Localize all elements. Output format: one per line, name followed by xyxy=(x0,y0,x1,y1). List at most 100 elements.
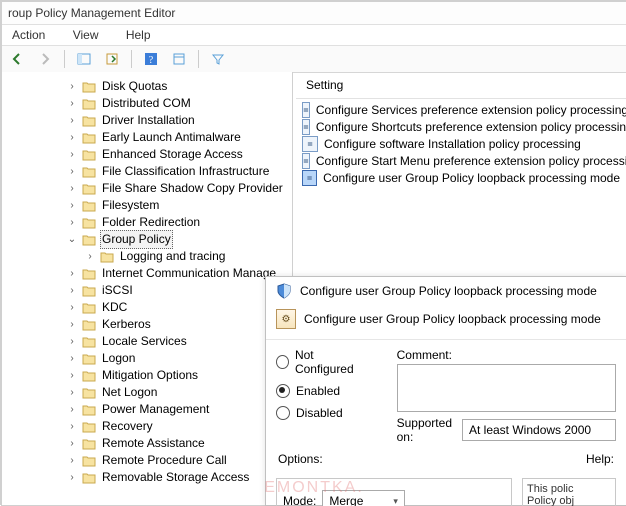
tree-item[interactable]: ›Kerberos xyxy=(22,316,292,333)
radio-enabled[interactable]: Enabled xyxy=(276,384,369,398)
tree-item-label: Locale Services xyxy=(100,333,189,350)
tree-item[interactable]: ›Early Launch Antimalware xyxy=(22,129,292,146)
menu-view[interactable]: View xyxy=(73,28,99,42)
tree-item[interactable]: ⌄ Group Policy xyxy=(22,231,292,248)
folder-icon xyxy=(82,319,96,331)
tree-item[interactable]: ›Internet Communication Manage xyxy=(22,265,292,282)
tree-item-label: Early Launch Antimalware xyxy=(100,129,243,146)
tree-item-label: Remote Procedure Call xyxy=(100,452,229,469)
back-button[interactable] xyxy=(6,48,28,70)
policy-dialog: Configure user Group Policy loopback pro… xyxy=(265,276,626,506)
tree-item[interactable]: ›Locale Services xyxy=(22,333,292,350)
tree-item-label: KDC xyxy=(100,299,129,316)
policy-icon: ⚙ xyxy=(276,309,296,329)
tree-item-label: Recovery xyxy=(100,418,155,435)
options-panel: Mode: Merge ▾ xyxy=(276,478,512,506)
folder-icon xyxy=(82,404,96,416)
setting-item[interactable]: ≣Configure Services preference extension… xyxy=(302,101,620,118)
tree-item[interactable]: ›KDC xyxy=(22,299,292,316)
expander-placeholder: › xyxy=(66,384,78,401)
tree-item-label: Removable Storage Access xyxy=(100,469,251,486)
radio-not-configured[interactable]: Not Configured xyxy=(276,348,369,376)
help-panel: This polic Policy obj computer xyxy=(522,478,616,506)
tree-item[interactable]: ›Logon xyxy=(22,350,292,367)
tree-item[interactable]: ›Folder Redirection xyxy=(22,214,292,231)
setting-item[interactable]: ≣Configure Shortcuts preference extensio… xyxy=(302,118,620,135)
export-list-button[interactable] xyxy=(101,48,123,70)
expander-placeholder: › xyxy=(66,265,78,282)
tree-item[interactable]: ›File Share Shadow Copy Provider xyxy=(22,180,292,197)
tree-item[interactable]: ›Net Logon xyxy=(22,384,292,401)
tree-item[interactable]: ›Enhanced Storage Access xyxy=(22,146,292,163)
tree-item[interactable]: ›Removable Storage Access xyxy=(22,469,292,486)
tree-item[interactable]: ›File Classification Infrastructure xyxy=(22,163,292,180)
tree-item[interactable]: › Driver Installation xyxy=(22,112,292,129)
tree-item-label: Disk Quotas xyxy=(100,78,169,95)
settings-column-header[interactable]: Setting xyxy=(296,72,626,99)
tree-item-label: Distributed COM xyxy=(100,95,193,112)
folder-icon xyxy=(82,336,96,348)
forward-button[interactable] xyxy=(34,48,56,70)
svg-text:?: ? xyxy=(149,55,154,66)
tree-item-label: Folder Redirection xyxy=(100,214,202,231)
help-label: Help: xyxy=(586,452,614,466)
policy-item-icon: ≣ xyxy=(302,170,317,186)
tree-item[interactable]: ›Mitigation Options xyxy=(22,367,292,384)
filter-button[interactable] xyxy=(207,48,229,70)
expander-placeholder: › xyxy=(66,95,78,112)
expander-placeholder: › xyxy=(66,78,78,95)
tree-item[interactable]: ›iSCSI xyxy=(22,282,292,299)
supported-on-label: Supported on: xyxy=(397,416,452,444)
radio-disabled[interactable]: Disabled xyxy=(276,406,369,420)
setting-item-label: Configure Start Menu preference extensio… xyxy=(316,154,626,168)
show-hide-tree-button[interactable] xyxy=(73,48,95,70)
help-button[interactable]: ? xyxy=(140,48,162,70)
tree-item[interactable]: ›Power Management xyxy=(22,401,292,418)
dialog-subtitle-row: ⚙ Configure user Group Policy loopback p… xyxy=(266,305,626,340)
tree-item[interactable]: ›Filesystem xyxy=(22,197,292,214)
setting-item[interactable]: ≣Configure user Group Policy loopback pr… xyxy=(302,169,620,186)
mode-label: Mode: xyxy=(283,494,316,506)
menu-action[interactable]: Action xyxy=(12,28,45,42)
setting-item[interactable]: ≣Configure Start Menu preference extensi… xyxy=(302,152,620,169)
toolbar: ? xyxy=(2,46,626,73)
tree-item-label: Logon xyxy=(100,350,137,367)
tree-item[interactable]: › Distributed COM xyxy=(22,95,292,112)
tree-item[interactable]: › Recovery xyxy=(22,418,292,435)
folder-icon xyxy=(82,149,96,161)
tree-item[interactable]: ›Remote Procedure Call xyxy=(22,452,292,469)
folder-icon xyxy=(100,251,114,263)
tree-item[interactable]: › Disk Quotas xyxy=(22,78,292,95)
menu-help[interactable]: Help xyxy=(126,28,151,42)
folder-icon xyxy=(82,166,96,178)
folder-icon xyxy=(82,268,96,280)
folder-icon xyxy=(82,200,96,212)
folder-icon xyxy=(82,370,96,382)
tree-item-label: Remote Assistance xyxy=(100,435,207,452)
folder-icon xyxy=(82,353,96,365)
radio-label: Not Configured xyxy=(295,348,369,376)
policy-item-icon: ≣ xyxy=(302,153,310,169)
tree-item[interactable]: ›Logging and tracing xyxy=(22,248,292,265)
tree-item[interactable]: ›Remote Assistance xyxy=(22,435,292,452)
mode-combobox[interactable]: Merge ▾ xyxy=(322,490,405,506)
tree-item-label: Group Policy xyxy=(100,230,173,249)
radio-label: Disabled xyxy=(296,406,343,420)
supported-on-value: At least Windows 2000 xyxy=(462,419,616,441)
expander-placeholder: › xyxy=(66,180,78,197)
tree-item-label: Enhanced Storage Access xyxy=(100,146,245,163)
chevron-down-icon[interactable]: ⌄ xyxy=(66,231,78,248)
radio-icon xyxy=(276,406,290,420)
expander-placeholder: › xyxy=(66,418,78,435)
tree-item-label: Driver Installation xyxy=(100,112,197,129)
setting-item[interactable]: ≣Configure software Installation policy … xyxy=(302,135,620,152)
setting-item-label: Configure Shortcuts preference extension… xyxy=(316,120,626,134)
comment-label: Comment: xyxy=(397,348,616,362)
folder-icon xyxy=(82,455,96,467)
radio-icon xyxy=(276,355,289,369)
comment-textarea[interactable] xyxy=(397,364,616,412)
workspace: › Disk Quotas › Distributed COM › Driver Inst… xyxy=(2,72,626,505)
expander-placeholder: › xyxy=(66,367,78,384)
expander-placeholder: › xyxy=(66,112,78,129)
properties-button[interactable] xyxy=(168,48,190,70)
